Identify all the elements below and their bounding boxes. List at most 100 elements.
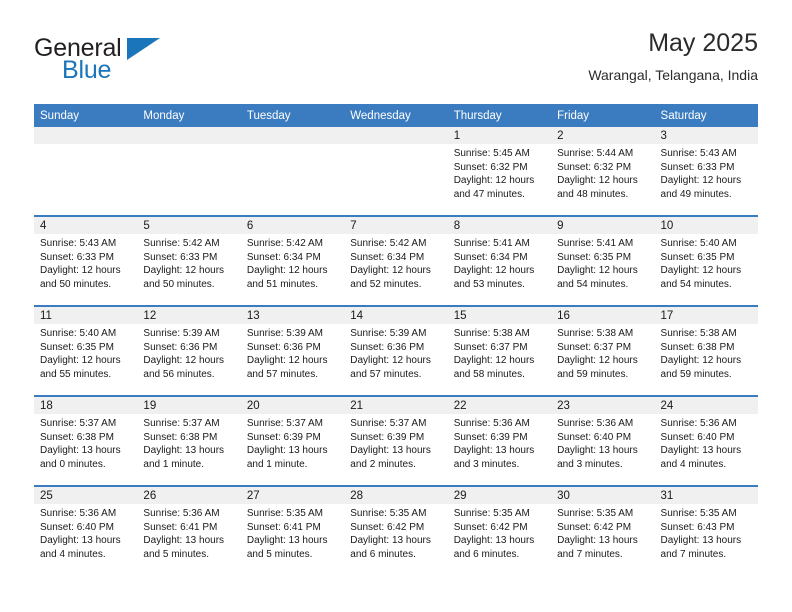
- sunrise-text: Sunrise: 5:38 AM: [660, 328, 737, 339]
- sunset-text: Sunset: 6:34 PM: [246, 251, 321, 263]
- weekday-header-tuesday: Tuesday: [240, 104, 345, 127]
- day-cell-inner: 31 Sunrise: 5:35 AM Sunset: 6:43 PM Dayligh…: [654, 487, 758, 575]
- weekday-header-saturday: Saturday: [654, 104, 758, 127]
- day-details: Sunrise: 5:37 AM Sunset: 6:39 PM Daylight:…: [241, 414, 344, 471]
- day-cell-inner: 6 Sunrise: 5:42 AM Sunset: 6:34 PM Daylight…: [240, 217, 345, 305]
- day-details: Sunrise: 5:39 AM Sunset: 6:36 PM Daylight:…: [137, 324, 240, 381]
- sunset-text: Sunset: 6:38 PM: [660, 341, 735, 353]
- day-details: Sunrise: 5:43 AM Sunset: 6:33 PM Daylight:…: [34, 234, 137, 291]
- calendar-day-cell[interactable]: 30 Sunrise: 5:35 AM Sunset: 6:42 PM Dayligh…: [551, 485, 655, 575]
- weekday-header-thursday: Thursday: [447, 104, 552, 127]
- daylight-text-line2: and 50 minutes.: [143, 278, 215, 290]
- sunset-text: Sunset: 6:40 PM: [557, 431, 632, 443]
- daylight-text-line1: Daylight: 13 hours: [350, 535, 431, 547]
- sunset-text: Sunset: 6:36 PM: [246, 341, 321, 353]
- calendar-day-cell[interactable]: 1 Sunrise: 5:45 AM Sunset: 6:32 PM Daylight…: [447, 127, 552, 216]
- day-details: Sunrise: 5:39 AM Sunset: 6:36 PM Daylight:…: [241, 324, 344, 381]
- sunrise-text: Sunrise: 5:36 AM: [660, 418, 737, 429]
- calendar-day-cell[interactable]: 29 Sunrise: 5:35 AM Sunset: 6:42 PM Dayligh…: [447, 485, 552, 575]
- day-details: Sunrise: 5:35 AM Sunset: 6:41 PM Daylight:…: [241, 504, 344, 561]
- calendar-day-cell[interactable]: 4 Sunrise: 5:43 AM Sunset: 6:33 PM Daylight…: [34, 215, 138, 306]
- daylight-text-line1: Daylight: 13 hours: [453, 445, 535, 457]
- day-number: 2: [551, 127, 655, 144]
- calendar-day-cell[interactable]: 5 Sunrise: 5:42 AM Sunset: 6:33 PM Daylight…: [137, 215, 241, 306]
- day-cell-inner: 23 Sunrise: 5:36 AM Sunset: 6:40 PM Dayligh…: [551, 397, 655, 485]
- calendar-day-cell[interactable]: 26 Sunrise: 5:36 AM Sunset: 6:41 PM Dayligh…: [137, 485, 241, 575]
- day-number: 29: [447, 487, 552, 504]
- calendar-day-cell[interactable]: 31 Sunrise: 5:35 AM Sunset: 6:43 PM Dayligh…: [654, 485, 758, 575]
- daylight-text-line2: and 4 minutes.: [40, 548, 106, 560]
- calendar-day-cell[interactable]: 22 Sunrise: 5:36 AM Sunset: 6:39 PM Dayligh…: [447, 395, 552, 486]
- day-number: 6: [240, 217, 345, 234]
- calendar-day-cell[interactable]: 9 Sunrise: 5:41 AM Sunset: 6:35 PM Daylight…: [551, 215, 655, 306]
- calendar-day-cell[interactable]: 12 Sunrise: 5:39 AM Sunset: 6:36 PM Dayligh…: [137, 305, 241, 396]
- daylight-text-line2: and 5 minutes.: [143, 548, 210, 560]
- daylight-text-line2: and 47 minutes.: [453, 188, 525, 200]
- daylight-text-line2: and 52 minutes.: [350, 278, 422, 290]
- calendar-day-cell[interactable]: 20 Sunrise: 5:37 AM Sunset: 6:39 PM Dayligh…: [240, 395, 345, 486]
- sunrise-text: Sunrise: 5:42 AM: [350, 238, 427, 249]
- day-number: 8: [447, 217, 552, 234]
- calendar-day-cell[interactable]: 16 Sunrise: 5:38 AM Sunset: 6:37 PM Dayligh…: [551, 305, 655, 396]
- sunset-text: Sunset: 6:33 PM: [143, 251, 218, 263]
- daylight-text-line2: and 7 minutes.: [660, 548, 727, 560]
- daylight-text-line1: Daylight: 12 hours: [350, 355, 431, 367]
- calendar-day-cell[interactable]: 10 Sunrise: 5:40 AM Sunset: 6:35 PM Dayligh…: [654, 215, 758, 306]
- sunset-text: Sunset: 6:34 PM: [453, 251, 528, 263]
- calendar-day-cell[interactable]: 24 Sunrise: 5:36 AM Sunset: 6:40 PM Dayligh…: [654, 395, 758, 486]
- calendar-day-cell[interactable]: 27 Sunrise: 5:35 AM Sunset: 6:41 PM Dayligh…: [240, 485, 345, 575]
- calendar-day-cell[interactable]: 15 Sunrise: 5:38 AM Sunset: 6:37 PM Dayligh…: [447, 305, 552, 396]
- calendar-cell-empty: [240, 127, 345, 216]
- calendar-day-cell[interactable]: 14 Sunrise: 5:39 AM Sunset: 6:36 PM Dayligh…: [344, 305, 448, 396]
- sunset-text: Sunset: 6:42 PM: [453, 521, 528, 533]
- daylight-text-line2: and 6 minutes.: [453, 548, 520, 560]
- logo-text-blue: Blue: [62, 56, 112, 84]
- sunset-text: Sunset: 6:32 PM: [557, 161, 632, 173]
- calendar-day-cell[interactable]: 11 Sunrise: 5:40 AM Sunset: 6:35 PM Dayligh…: [34, 305, 138, 396]
- calendar-day-cell[interactable]: 17 Sunrise: 5:38 AM Sunset: 6:38 PM Dayligh…: [654, 305, 758, 396]
- calendar-day-cell[interactable]: 21 Sunrise: 5:37 AM Sunset: 6:39 PM Dayligh…: [344, 395, 448, 486]
- general-blue-logo[interactable]: General Blue: [34, 34, 234, 90]
- calendar-day-cell[interactable]: 28 Sunrise: 5:35 AM Sunset: 6:42 PM Dayligh…: [344, 485, 448, 575]
- calendar-day-cell[interactable]: 23 Sunrise: 5:36 AM Sunset: 6:40 PM Dayligh…: [551, 395, 655, 486]
- calendar-week-row: 18 Sunrise: 5:37 AM Sunset: 6:38 PM Dayligh…: [34, 395, 758, 486]
- daylight-text-line1: Daylight: 12 hours: [660, 175, 742, 187]
- day-number: 18: [34, 397, 138, 414]
- calendar-day-cell[interactable]: 2 Sunrise: 5:44 AM Sunset: 6:32 PM Daylight…: [551, 127, 655, 216]
- calendar-day-cell[interactable]: 6 Sunrise: 5:42 AM Sunset: 6:34 PM Daylight…: [240, 215, 345, 306]
- day-details: Sunrise: 5:36 AM Sunset: 6:40 PM Daylight:…: [655, 414, 758, 471]
- sunrise-text: Sunrise: 5:38 AM: [453, 328, 530, 339]
- daylight-text-line2: and 3 minutes.: [557, 458, 623, 470]
- daylight-text-line1: Daylight: 13 hours: [143, 535, 225, 547]
- day-cell-inner: 17 Sunrise: 5:38 AM Sunset: 6:38 PM Dayligh…: [654, 307, 758, 395]
- daylight-text-line1: Daylight: 13 hours: [246, 535, 328, 547]
- daylight-text-line2: and 49 minutes.: [660, 188, 732, 200]
- day-cell-inner: 14 Sunrise: 5:39 AM Sunset: 6:36 PM Dayligh…: [344, 307, 448, 395]
- calendar-day-cell[interactable]: 18 Sunrise: 5:37 AM Sunset: 6:38 PM Dayligh…: [34, 395, 138, 486]
- sunrise-text: Sunrise: 5:43 AM: [660, 148, 737, 159]
- daylight-text-line2: and 57 minutes.: [246, 368, 319, 380]
- calendar-day-cell[interactable]: 25 Sunrise: 5:36 AM Sunset: 6:40 PM Dayligh…: [34, 485, 138, 575]
- calendar-day-cell[interactable]: 7 Sunrise: 5:42 AM Sunset: 6:34 PM Daylight…: [344, 215, 448, 306]
- page-subtitle: Warangal, Telangana, India: [588, 67, 758, 83]
- day-number: 20: [240, 397, 345, 414]
- calendar-day-cell[interactable]: 13 Sunrise: 5:39 AM Sunset: 6:36 PM Dayligh…: [240, 305, 345, 396]
- daylight-text-line1: Daylight: 12 hours: [40, 355, 121, 367]
- calendar-day-cell[interactable]: 19 Sunrise: 5:37 AM Sunset: 6:38 PM Dayligh…: [137, 395, 241, 486]
- day-details: Sunrise: 5:35 AM Sunset: 6:42 PM Daylight:…: [344, 504, 447, 561]
- weekday-header-friday: Friday: [551, 104, 655, 127]
- calendar-day-cell[interactable]: 8 Sunrise: 5:41 AM Sunset: 6:34 PM Daylight…: [447, 215, 552, 306]
- day-details: Sunrise: 5:40 AM Sunset: 6:35 PM Daylight:…: [34, 324, 137, 381]
- calendar-day-cell[interactable]: 3 Sunrise: 5:43 AM Sunset: 6:33 PM Daylight…: [654, 127, 758, 216]
- sunset-text: Sunset: 6:38 PM: [40, 431, 114, 443]
- day-cell-inner: 9 Sunrise: 5:41 AM Sunset: 6:35 PM Daylight…: [551, 217, 655, 305]
- sunrise-text: Sunrise: 5:35 AM: [557, 508, 634, 519]
- daylight-text-line2: and 53 minutes.: [453, 278, 525, 290]
- day-details: Sunrise: 5:39 AM Sunset: 6:36 PM Daylight:…: [344, 324, 447, 381]
- calendar-table: Sunday Monday Tuesday Wednesday Thursday…: [34, 104, 758, 575]
- calendar-cell-empty: [137, 127, 241, 216]
- day-cell-inner: 28 Sunrise: 5:35 AM Sunset: 6:42 PM Dayligh…: [344, 487, 448, 575]
- day-details: Sunrise: 5:36 AM Sunset: 6:39 PM Daylight:…: [448, 414, 551, 471]
- day-cell-inner: [240, 127, 345, 215]
- daylight-text-line2: and 54 minutes.: [557, 278, 629, 290]
